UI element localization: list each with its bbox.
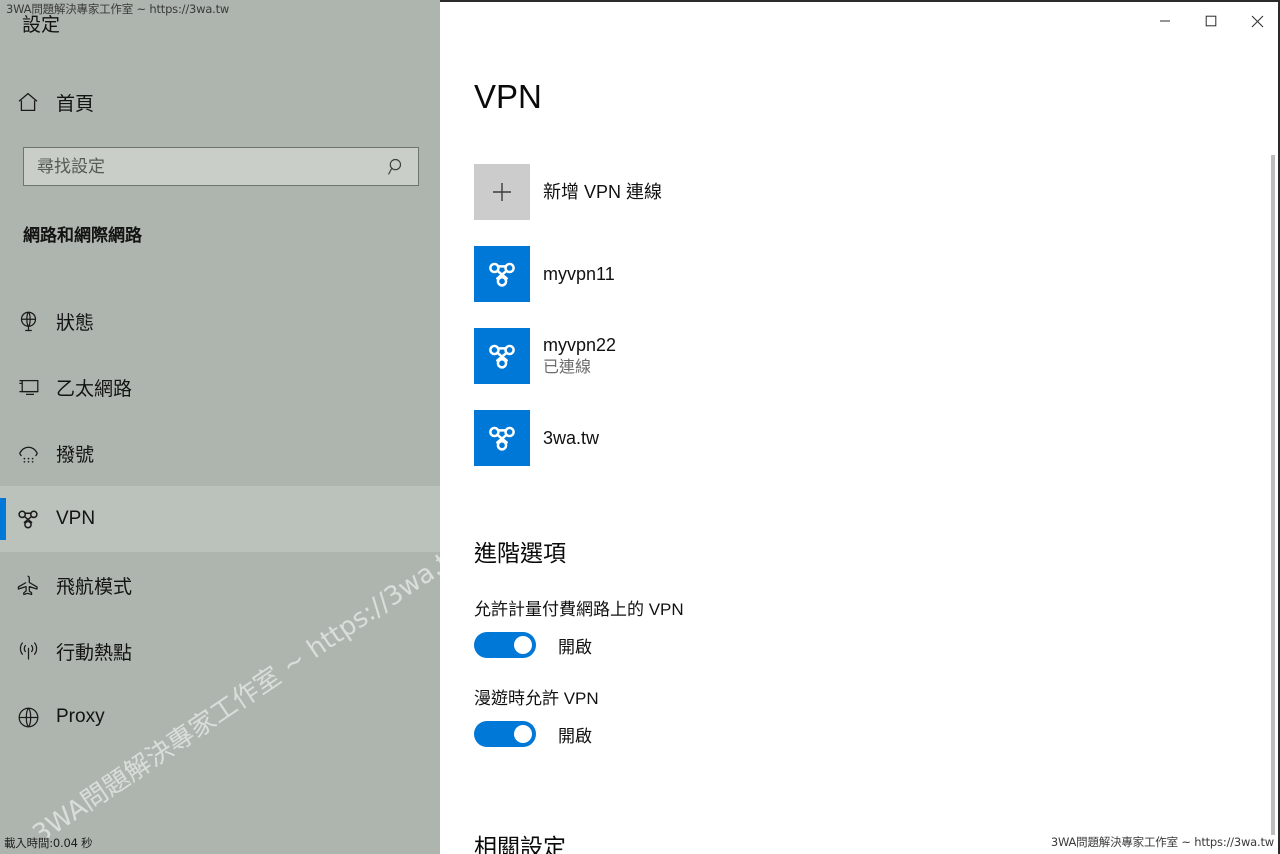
advanced-options-heading: 進階選項 <box>474 540 566 566</box>
vpn-connection-item[interactable]: 3wa.tw <box>474 410 1174 466</box>
globe-proxy-icon <box>0 705 56 730</box>
search-settings-box[interactable] <box>23 147 419 186</box>
hotspot-icon <box>0 639 56 664</box>
vpn-connection-name: myvpn11 <box>543 263 615 284</box>
vpn-connection-name: 3wa.tw <box>543 427 600 448</box>
sidebar-item-ethernet[interactable]: 乙太網路 <box>0 354 440 420</box>
sidebar-item-home[interactable]: 首頁 <box>0 82 440 122</box>
close-icon <box>1251 15 1263 27</box>
setting-allow-vpn-roaming: 漫遊時允許 VPN 開啟 <box>474 684 1114 747</box>
maximize-button[interactable] <box>1188 2 1234 40</box>
page-title: VPN <box>474 78 542 115</box>
sidebar-item-mobile-hotspot[interactable]: 行動熱點 <box>0 618 440 684</box>
add-vpn-connection-label: 新增 VPN 連線 <box>543 181 663 202</box>
window-titlebar <box>440 0 1280 40</box>
toggle-allow-vpn-roaming[interactable] <box>474 721 536 747</box>
plus-icon <box>474 164 530 220</box>
dialup-phone-icon <box>0 441 56 466</box>
globe-status-icon <box>0 309 56 334</box>
minimize-button[interactable] <box>1142 2 1188 40</box>
sidebar-item-airplane-mode-label: 飛航模式 <box>56 576 133 598</box>
navigation-sidebar: 設定 首頁 網路和網際網路 <box>0 0 440 854</box>
toggle-knob <box>514 725 532 743</box>
sidebar-item-proxy-label: Proxy <box>56 706 105 727</box>
sidebar-group-header: 網路和網際網路 <box>23 226 142 245</box>
related-settings-heading: 相關設定 <box>474 834 566 854</box>
toggle-knob <box>514 636 532 654</box>
airplane-icon <box>0 573 56 598</box>
sidebar-item-mobile-hotspot-label: 行動熱點 <box>56 642 133 664</box>
maximize-icon <box>1205 15 1217 27</box>
toggle-allow-vpn-roaming-state: 開啟 <box>558 726 592 746</box>
main-scrollbar[interactable] <box>1271 155 1275 835</box>
sidebar-item-dialup-label: 撥號 <box>56 444 95 466</box>
add-vpn-connection-button[interactable]: 新增 VPN 連線 <box>474 164 1174 220</box>
toggle-allow-vpn-metered[interactable] <box>474 632 536 658</box>
vpn-connection-item[interactable]: myvpn11 <box>474 246 1174 302</box>
settings-window: 設定 首頁 網路和網際網路 <box>0 0 1280 854</box>
home-icon <box>0 90 56 114</box>
minimize-icon <box>1160 20 1170 22</box>
main-content: VPN 新增 VPN 連線 myvpn11 myvpn22 已連線 3wa.tw… <box>440 40 1280 854</box>
vpn-connection-name: myvpn22 <box>543 335 617 356</box>
sidebar-nav-list: 狀態 乙太網路 撥號 VPN 飛航模式 行動熱點 Proxy <box>0 288 440 750</box>
vpn-connection-item[interactable]: myvpn22 已連線 <box>474 328 1174 384</box>
close-button[interactable] <box>1234 2 1280 40</box>
setting-allow-vpn-metered: 允許計量付費網路上的 VPN 開啟 <box>474 595 1114 658</box>
vpn-connection-list: 新增 VPN 連線 myvpn11 myvpn22 已連線 3wa.tw <box>474 164 1174 492</box>
sidebar-item-home-label: 首頁 <box>56 93 95 115</box>
toggle-allow-vpn-metered-state: 開啟 <box>558 637 592 657</box>
sidebar-item-dialup[interactable]: 撥號 <box>0 420 440 486</box>
sidebar-item-ethernet-label: 乙太網路 <box>56 378 133 400</box>
vpn-icon <box>474 410 530 466</box>
vpn-icon <box>474 246 530 302</box>
sidebar-item-proxy[interactable]: Proxy <box>0 684 440 750</box>
vpn-connection-status: 已連線 <box>543 359 592 377</box>
sidebar-item-vpn[interactable]: VPN <box>0 486 440 552</box>
app-title: 設定 <box>22 15 61 36</box>
ethernet-icon <box>0 375 56 400</box>
sidebar-item-airplane-mode[interactable]: 飛航模式 <box>0 552 440 618</box>
search-icon[interactable] <box>376 148 418 185</box>
sidebar-item-status-label: 狀態 <box>56 312 95 334</box>
setting-allow-vpn-roaming-label: 漫遊時允許 VPN <box>474 689 599 708</box>
vpn-icon <box>474 328 530 384</box>
setting-allow-vpn-metered-label: 允許計量付費網路上的 VPN <box>474 600 684 619</box>
vpn-icon <box>0 506 56 532</box>
sidebar-item-status[interactable]: 狀態 <box>0 288 440 354</box>
search-input[interactable] <box>24 148 376 185</box>
sidebar-item-vpn-label: VPN <box>56 508 96 529</box>
